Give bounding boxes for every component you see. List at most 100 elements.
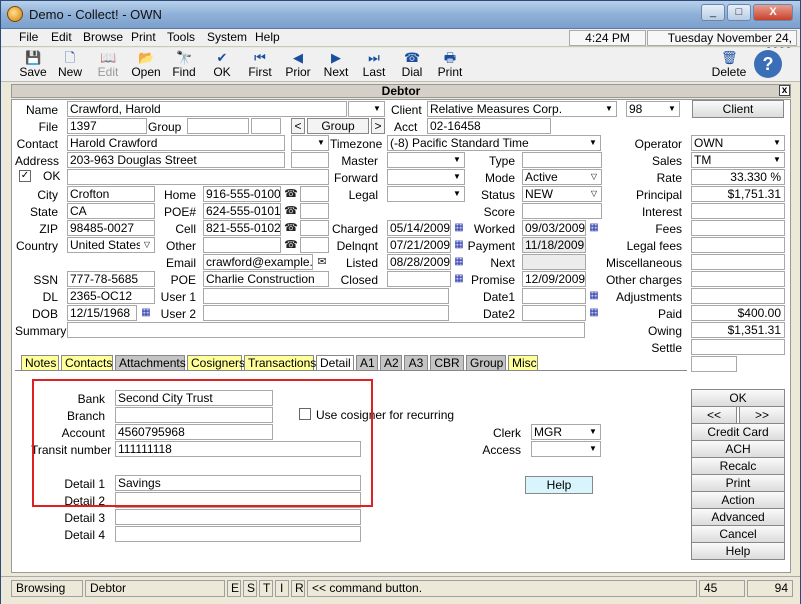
phone-icon[interactable]: ☎ <box>284 205 298 218</box>
address-line-2[interactable] <box>67 169 329 185</box>
client-dropdown[interactable]: Relative Measures Corp. ▼ <box>427 101 617 117</box>
phone-icon[interactable]: ☎ <box>284 188 298 201</box>
name-field[interactable]: Crawford, Harold <box>67 101 347 117</box>
settle-extra-field[interactable] <box>691 356 737 372</box>
access-dropdown[interactable]: ▼ <box>531 441 601 457</box>
client-button[interactable]: Client <box>692 100 784 118</box>
find-button[interactable]: 🔭 Find <box>166 49 202 81</box>
calendar-icon[interactable]: ▦ <box>453 273 465 285</box>
group-field[interactable] <box>187 118 249 134</box>
other-phone-field[interactable] <box>203 237 281 253</box>
phone-icon[interactable]: ☎ <box>284 222 298 235</box>
status-dropdown[interactable]: NEW ▽ <box>522 186 602 202</box>
listed-field[interactable]: 08/28/2009 <box>387 254 451 270</box>
miscellaneous-field[interactable] <box>691 254 785 270</box>
tab-a3[interactable]: A3 <box>404 355 428 371</box>
dl-field[interactable]: 2365-OC12 <box>67 288 155 304</box>
summary-field[interactable] <box>67 322 585 338</box>
country-dropdown[interactable]: United States ▽ <box>67 237 155 253</box>
file-field[interactable]: 1397 <box>67 118 147 134</box>
other-ext-field[interactable] <box>300 237 329 253</box>
menu-system[interactable]: System <box>207 30 247 44</box>
calendar-icon[interactable]: ▦ <box>453 256 465 268</box>
delinquent-field[interactable]: 07/21/2009 <box>387 237 451 253</box>
tab-notes[interactable]: Notes <box>21 355 59 371</box>
tab-group[interactable]: Group <box>466 355 506 371</box>
user2-field[interactable] <box>203 305 449 321</box>
poe-field[interactable]: Charlie Construction <box>203 271 329 287</box>
ach-button[interactable]: ACH <box>691 440 785 458</box>
calendar-icon[interactable]: ▦ <box>588 222 600 234</box>
rate-field[interactable]: 33.330 % <box>691 169 785 185</box>
operator-dropdown[interactable]: OWN ▼ <box>691 135 785 151</box>
save-button[interactable]: 💾 Save <box>15 49 51 81</box>
tab-a2[interactable]: A2 <box>380 355 402 371</box>
calendar-icon[interactable]: ▦ <box>453 239 465 251</box>
tab-a1[interactable]: A1 <box>356 355 378 371</box>
charged-field[interactable]: 05/14/2009 <box>387 220 451 236</box>
ok-checkbox[interactable]: ✓ <box>19 170 31 182</box>
next-record-button[interactable]: >> <box>739 406 785 424</box>
tab-contacts[interactable]: Contacts <box>61 355 113 371</box>
worked-field[interactable]: 09/03/2009 <box>522 220 586 236</box>
calendar-icon[interactable]: ▦ <box>588 290 600 302</box>
user1-field[interactable] <box>203 288 449 304</box>
forward-dropdown[interactable]: ▼ <box>387 169 465 185</box>
master-dropdown[interactable]: ▼ <box>387 152 465 168</box>
action-button[interactable]: Action <box>691 491 785 509</box>
edit-button[interactable]: 📖 Edit <box>90 49 126 81</box>
ssn-field[interactable]: 777-78-5685 <box>67 271 155 287</box>
last-button[interactable]: ⏭ Last <box>356 49 392 81</box>
state-field[interactable]: CA <box>67 203 155 219</box>
cancel-button[interactable]: Cancel <box>691 525 785 543</box>
address-field[interactable]: 203-963 Douglas Street <box>67 152 285 168</box>
delete-button[interactable]: 🗑 Delete <box>710 49 748 81</box>
prior-button[interactable]: ◀ Prior <box>280 49 316 81</box>
fees-field[interactable] <box>691 220 785 236</box>
menu-browse[interactable]: Browse <box>83 30 123 44</box>
form-close-button[interactable]: x <box>779 85 790 96</box>
settle-field[interactable] <box>691 339 785 355</box>
city-field[interactable]: Crofton <box>67 186 155 202</box>
envelope-icon[interactable]: ✉ <box>315 256 329 269</box>
group-next-button[interactable]: > <box>371 118 385 134</box>
cell-ext-field[interactable] <box>300 220 329 236</box>
name-dropdown[interactable]: ▼ <box>348 101 385 117</box>
help-button[interactable]: Help <box>691 542 785 560</box>
closed-field[interactable] <box>387 271 451 287</box>
legal-fees-field[interactable] <box>691 237 785 253</box>
detail4-field[interactable] <box>115 526 361 542</box>
adjustments-field[interactable] <box>691 288 785 304</box>
score-field[interactable] <box>522 203 602 219</box>
detail3-field[interactable] <box>115 509 361 525</box>
minimize-button[interactable]: _ <box>701 4 725 21</box>
group-button[interactable]: Group <box>307 118 369 134</box>
sales-dropdown[interactable]: TM ▼ <box>691 152 785 168</box>
other-charges-field[interactable] <box>691 271 785 287</box>
email-field[interactable]: crawford@example.ca <box>203 254 313 270</box>
contact-field[interactable]: Harold Crawford <box>67 135 285 151</box>
credit-card-button[interactable]: Credit Card <box>691 423 785 441</box>
tab-attachments[interactable]: Attachments <box>115 355 186 371</box>
mode-dropdown[interactable]: Active ▽ <box>522 169 602 185</box>
calendar-icon[interactable]: ▦ <box>140 307 152 319</box>
menu-tools[interactable]: Tools <box>167 30 195 44</box>
menu-print[interactable]: Print <box>131 30 156 44</box>
close-button[interactable]: X <box>753 4 793 21</box>
address-field-2[interactable] <box>291 152 329 168</box>
home-phone-field[interactable]: 916-555-0100 <box>203 186 281 202</box>
tab-transactions[interactable]: Transactions <box>244 355 316 371</box>
date2-field[interactable] <box>522 305 586 321</box>
legal-dropdown[interactable]: ▼ <box>387 186 465 202</box>
new-button[interactable]: 🗋 New <box>52 49 88 81</box>
poe-ext-field[interactable] <box>300 203 329 219</box>
prev-record-button[interactable]: << <box>691 406 737 424</box>
group-field-2[interactable] <box>251 118 281 134</box>
open-button[interactable]: 📂 Open <box>128 49 164 81</box>
tab-detail[interactable]: Detail <box>316 355 354 371</box>
print-button[interactable]: 🖶 Print <box>432 49 468 81</box>
date1-field[interactable] <box>522 288 586 304</box>
client-number-dropdown[interactable]: 98 ▼ <box>626 101 680 117</box>
paid-field[interactable]: $400.00 <box>691 305 785 321</box>
menu-edit[interactable]: Edit <box>51 30 72 44</box>
